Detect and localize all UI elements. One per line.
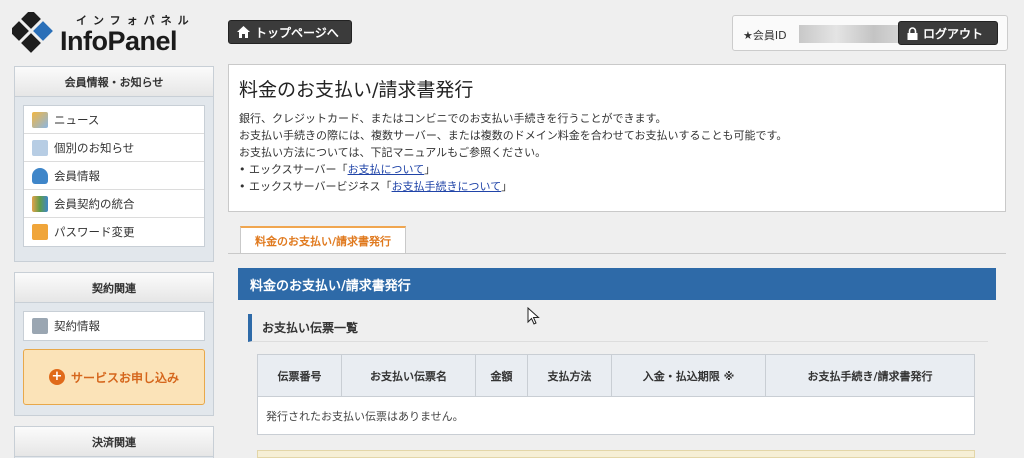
- service-apply-label: サービスお申し込み: [70, 370, 179, 385]
- sidebar-item-label: パスワード変更: [54, 225, 135, 239]
- intro-line: 銀行、クレジットカード、またはコンビニでのお支払い手続きを行うことができます。: [239, 112, 667, 125]
- sidebar-item-label: 個別のお知らせ: [54, 140, 135, 155]
- sidebar-item-label: 契約情報: [54, 319, 100, 333]
- table-row: 発行されたお支払い伝票はありません。: [257, 396, 975, 435]
- sidebar-item-contract-merge[interactable]: 会員契約の統合: [24, 190, 204, 218]
- manual-link-item: エックスサーバー「お支払について」: [239, 161, 995, 178]
- column-header: お支払い伝票名: [341, 354, 476, 397]
- link-suffix: 」: [424, 163, 436, 176]
- logout-button[interactable]: ログアウト: [898, 21, 998, 45]
- intro-box: 料金のお支払い/請求書発行 銀行、クレジットカード、またはコンビニでのお支払い手…: [228, 64, 1006, 212]
- plus-circle-icon: +: [48, 369, 65, 385]
- document-icon: [32, 318, 48, 334]
- top-page-label: トップページへ: [255, 25, 339, 40]
- top-page-button[interactable]: トップページへ: [228, 20, 352, 44]
- table-header-row: 伝票番号 お支払い伝票名 金額 支払方法 入金・払込期限 ※ お支払手続き/請求…: [257, 354, 975, 397]
- mouse-cursor-icon: [527, 307, 540, 325]
- link-prefix: エックスサーバービジネス「: [249, 180, 392, 193]
- logo-mark-icon: [12, 12, 53, 53]
- member-info-list: ニュース 個別のお知らせ 会員情報 会員契約の統合 パスワード変更: [23, 105, 205, 247]
- column-header: 伝票番号: [257, 354, 342, 397]
- sidebar-item-member-info[interactable]: 会員情報: [24, 162, 204, 190]
- payment-panel: 決済関連: [14, 426, 214, 458]
- logout-label: ログアウト: [923, 26, 984, 41]
- empty-message: 発行されたお支払い伝票はありません。: [257, 396, 975, 435]
- contract-heading: 契約関連: [15, 273, 213, 303]
- lock-icon: [32, 224, 48, 240]
- sidebar-item-password-change[interactable]: パスワード変更: [24, 218, 204, 246]
- link-suffix: 」: [501, 180, 513, 193]
- sidebar-item-individual-notice[interactable]: 個別のお知らせ: [24, 134, 204, 162]
- column-header: お支払手続き/請求書発行: [765, 354, 975, 397]
- message-icon: [32, 139, 48, 156]
- payment-slip-table: 伝票番号 お支払い伝票名 金額 支払方法 入金・払込期限 ※ お支払手続き/請求…: [257, 354, 975, 435]
- logo-name: InfoPanel: [60, 26, 178, 56]
- link-prefix: エックスサーバー「: [249, 163, 348, 176]
- home-icon: [237, 26, 250, 38]
- xserver-payment-link[interactable]: お支払について: [348, 163, 425, 176]
- payment-heading: 決済関連: [15, 427, 213, 457]
- member-info-panel: 会員情報・お知らせ ニュース 個別のお知らせ 会員情報 会員契約の統合 パスワー…: [14, 66, 214, 262]
- manual-link-item: エックスサーバービジネス「お支払手続きについて」: [239, 178, 995, 195]
- tab-payment-invoice[interactable]: 料金のお支払い/請求書発行: [240, 226, 406, 253]
- member-info-heading: 会員情報・お知らせ: [15, 67, 213, 97]
- xserver-business-payment-link[interactable]: お支払手続きについて: [392, 180, 502, 193]
- intro-line: お支払い方法については、下記マニュアルもご参照ください。: [239, 146, 547, 159]
- notice-strip: [257, 450, 975, 458]
- member-id-masked: [799, 25, 911, 43]
- users-icon: [32, 195, 48, 212]
- column-header: 入金・払込期限 ※: [611, 354, 766, 397]
- page-title: 料金のお支払い/請求書発行: [239, 79, 474, 101]
- intro-line: お支払い手続きの際には、複数サーバー、または複数のドメイン料金を合わせてお支払い…: [239, 129, 788, 142]
- tab-divider: [228, 253, 1006, 254]
- contract-list: 契約情報: [23, 311, 205, 341]
- sidebar-item-news[interactable]: ニュース: [24, 106, 204, 134]
- column-header: 支払方法: [527, 354, 612, 397]
- sidebar-item-label: 会員情報: [54, 168, 100, 183]
- column-header: 金額: [475, 354, 528, 397]
- sidebar-item-label: 会員契約の統合: [54, 196, 135, 211]
- section-title: 料金のお支払い/請求書発行: [238, 268, 996, 300]
- service-apply-button[interactable]: + サービスお申し込み: [23, 349, 205, 405]
- user-icon: [32, 167, 48, 184]
- subsection-title: お支払い伝票一覧: [248, 314, 988, 342]
- member-id-label: ★会員ID: [743, 29, 787, 42]
- contract-panel: 契約関連 契約情報 + サービスお申し込み: [14, 272, 214, 416]
- sidebar-item-label: ニュース: [54, 112, 100, 127]
- manual-links: エックスサーバー「お支払について」 エックスサーバービジネス「お支払手続きについ…: [239, 161, 995, 195]
- infopanel-logo[interactable]: インフォパネル InfoPanel: [12, 10, 202, 58]
- sidebar-item-contract-info[interactable]: 契約情報: [24, 312, 204, 340]
- lock-icon: [907, 26, 918, 40]
- key-icon: [32, 111, 48, 128]
